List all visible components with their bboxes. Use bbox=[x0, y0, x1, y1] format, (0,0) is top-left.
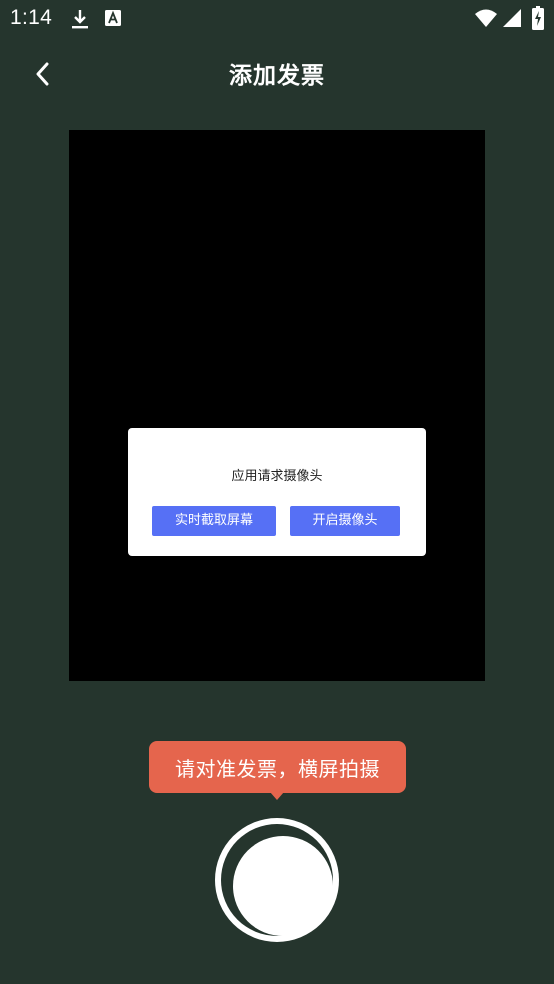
download-icon bbox=[70, 8, 90, 34]
shutter-ring bbox=[221, 824, 333, 936]
battery-charging-icon bbox=[532, 6, 544, 34]
wifi-icon bbox=[475, 8, 497, 32]
open-camera-button[interactable]: 开启摄像头 bbox=[290, 506, 400, 536]
camera-permission-dialog: 应用请求摄像头 实时截取屏幕 开启摄像头 bbox=[128, 428, 426, 556]
hint-text: 请对准发票，横屏拍摄 bbox=[175, 757, 380, 781]
camera-screen: 1:14 添加发票 应用请求摄像头 实时截取屏幕 开启摄像头 请对准发票，横屏拍… bbox=[0, 0, 554, 984]
dialog-message: 应用请求摄像头 bbox=[231, 469, 323, 484]
page-title: 添加发票 bbox=[229, 63, 325, 89]
signal-icon bbox=[502, 8, 522, 32]
screen-capture-button[interactable]: 实时截取屏幕 bbox=[152, 506, 276, 536]
camera-preview bbox=[69, 130, 485, 681]
header: 添加发票 bbox=[0, 44, 554, 100]
tooltip-arrow bbox=[270, 792, 284, 800]
status-time: 1:14 bbox=[10, 6, 53, 29]
font-icon bbox=[104, 9, 122, 31]
status-bar: 1:14 bbox=[0, 0, 554, 38]
shutter-button[interactable] bbox=[215, 818, 339, 942]
shutter-icon bbox=[233, 836, 333, 936]
hint-tooltip: 请对准发票，横屏拍摄 bbox=[149, 741, 406, 800]
